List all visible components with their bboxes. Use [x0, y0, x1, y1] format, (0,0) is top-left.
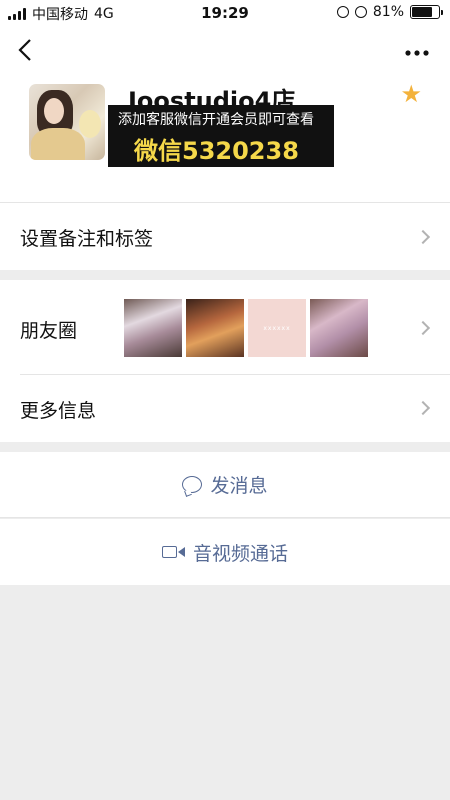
back-icon[interactable] [18, 38, 32, 67]
moments-thumbnail [124, 299, 182, 357]
orientation-lock-icon [336, 6, 349, 18]
star-icon[interactable]: ★ [400, 82, 422, 106]
video-camera-icon [161, 546, 185, 558]
more-dots-icon[interactable] [404, 40, 430, 60]
send-message-button[interactable]: 发消息 [0, 452, 450, 518]
alarm-icon [354, 6, 367, 18]
chevron-right-icon [415, 229, 431, 245]
moments-label: 朋友圈 [20, 320, 78, 342]
more-info-label: 更多信息 [20, 400, 97, 422]
promo-line1: 添加客服微信开通会员即可查看 [118, 112, 314, 128]
chat-bubble-icon [182, 476, 203, 493]
video-call-label: 音视频通话 [192, 542, 288, 565]
video-call-content: 音视频通话 [0, 519, 450, 585]
video-call-button[interactable]: 音视频通话 [0, 519, 450, 585]
more-info-row[interactable]: 更多信息 [0, 375, 450, 442]
status-bar: 中国移动 4G 19:29 81% [0, 0, 450, 26]
avatar[interactable] [29, 84, 105, 160]
moments-thumbnail: xxxxxx [248, 299, 306, 357]
send-message-label: 发消息 [210, 475, 268, 497]
thumbnail-text: xxxxxx [263, 324, 291, 332]
promo-line2: 微信5320238 [134, 137, 299, 165]
battery-icon [410, 5, 443, 19]
chevron-right-icon [415, 400, 431, 416]
remark-label: 设置备注和标签 [20, 228, 154, 250]
send-message-content: 发消息 [0, 452, 450, 517]
battery-percent: 81% [372, 4, 404, 20]
battery-fill [412, 7, 433, 17]
chevron-right-icon [415, 320, 431, 336]
moments-thumbnail [310, 299, 368, 357]
moments-thumbnail [186, 299, 244, 357]
remark-row[interactable]: 设置备注和标签 [0, 202, 450, 270]
profile-header: Joostudio4店 ★ 添加客服微信开通会员即可查看 微信5320238 [0, 26, 450, 202]
moments-thumbnails: xxxxxx [124, 299, 368, 357]
moments-row[interactable]: 朋友圈 xxxxxx [0, 280, 450, 375]
status-right: 81% [336, 4, 443, 20]
promo-overlay: 添加客服微信开通会员即可查看 微信5320238 [108, 105, 334, 167]
